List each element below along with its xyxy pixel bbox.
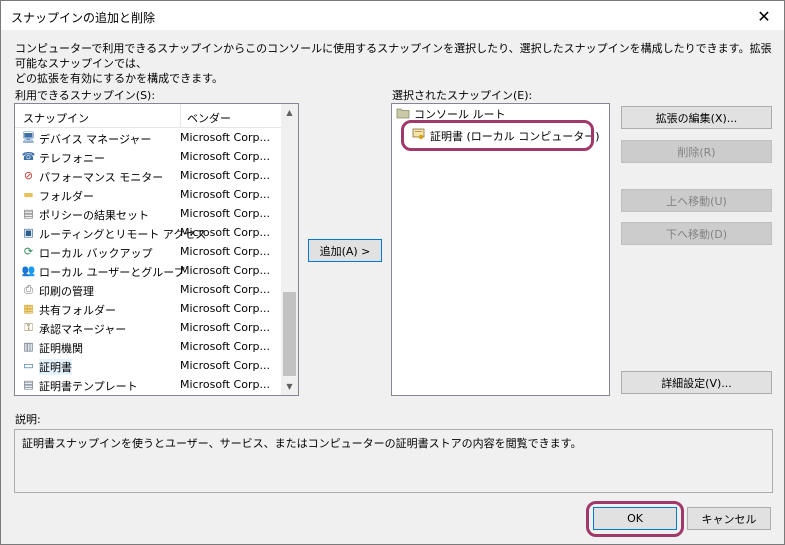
list-item[interactable]: ▦ 共有フォルダー Microsoft Corp... [15,299,283,318]
list-item[interactable]: ⟳ ローカル バックアップ Microsoft Corp... [15,242,283,261]
print-management-icon: ⎙ [24,282,33,296]
certificate-icon [412,128,425,140]
move-up-button[interactable]: 上へ移動(U) [621,189,772,212]
scroll-down-icon[interactable]: ▼ [281,378,298,395]
snapin-name: ローカル ユーザーとグループ [39,266,185,279]
list-item[interactable]: ▣ ルーティングとリモート アクセス Microsoft Corp... [15,223,283,242]
device-manager-icon: 🖥 [21,131,36,144]
snapin-vendor: Microsoft Corp... [180,226,270,239]
tree-label-console-root: コンソール ルート [414,108,506,121]
selected-snapins-label: 選択されたスナップイン(E): [392,89,533,102]
list-item[interactable]: ▤ 証明書テンプレート Microsoft Corp... [15,375,283,394]
list-item[interactable]: ▤ ポリシーの結果セット Microsoft Corp... [15,204,283,223]
list-header: スナップイン ベンダー [15,104,283,128]
cancel-button[interactable]: キャンセル [687,507,771,530]
snapin-vendor: Microsoft Corp... [180,169,270,182]
certification-authority-icon: ▥ [23,340,34,353]
scroll-up-icon[interactable]: ▲ [281,104,298,121]
snapin-name: フォルダー [39,190,94,203]
list-item[interactable]: ▭ 証明書 Microsoft Corp... [15,356,283,375]
column-header-snapin[interactable]: スナップイン [23,110,89,126]
authorization-manager-icon: ⚿ [24,320,33,334]
close-icon: ✕ [757,6,771,26]
list-item[interactable]: ⊘ パフォーマンス モニター Microsoft Corp... [15,166,283,185]
routing-icon: ▣ [23,226,34,239]
add-remove-snapins-dialog: スナップインの追加と削除 ✕ コンピューターで利用できるスナップインからこのコン… [0,0,785,545]
window-title: スナップインの追加と削除 [11,11,156,25]
list-item[interactable]: 👥 ローカル ユーザーとグループ Microsoft Corp... [15,261,283,280]
list-item[interactable]: 🖥 デバイス マネージャー Microsoft Corp... [15,128,283,147]
available-snapins-list[interactable]: スナップイン ベンダー 🖥 デバイス マネージャー Microsoft Corp..… [14,103,299,396]
snapin-name: 承認マネージャー [39,323,127,336]
explanation-box: 証明書スナップインを使うとユーザー、サービス、またはコンピューターの証明書ストア… [14,429,773,493]
snapin-vendor: Microsoft Corp... [180,150,270,163]
snapin-name: パフォーマンス モニター [39,171,164,184]
snapin-vendor: Microsoft Corp... [180,264,270,277]
add-button[interactable]: 追加(A) > [308,239,382,262]
list-item[interactable]: ▬ フォルダー Microsoft Corp... [15,185,283,204]
shared-folder-icon: ▦ [23,302,34,315]
edit-extensions-button[interactable]: 拡張の編集(X)... [621,106,772,129]
snapin-vendor: Microsoft Corp... [180,302,270,315]
close-button[interactable]: ✕ [744,1,784,31]
certificate-templates-icon: ▤ [23,378,34,391]
snapin-name: テレフォニー [39,152,105,165]
list-item[interactable]: ⎙ 印刷の管理 Microsoft Corp... [15,280,283,299]
snapin-name: 証明書テンプレート [39,380,138,393]
users-groups-icon: 👥 [21,264,36,277]
remove-button[interactable]: 削除(R) [621,140,772,163]
folder-icon: ▬ [23,188,34,201]
description-line-1: コンピューターで利用できるスナップインからこのコンソールに使用するスナップインを… [15,42,772,70]
certificates-icon: ▭ [23,359,34,372]
snapin-name: 証明書 [39,359,72,375]
list-item[interactable]: ☎ テレフォニー Microsoft Corp... [15,147,283,166]
snapin-name: デバイス マネージャー [39,133,152,146]
snapin-vendor: Microsoft Corp... [180,340,270,353]
snapin-name: 証明機関 [39,342,83,355]
dialog-description: コンピューターで利用できるスナップインからこのコンソールに使用するスナップインを… [15,41,775,86]
scroll-thumb[interactable] [283,292,296,376]
snapin-name: 共有フォルダー [39,304,116,317]
snapin-vendor: Microsoft Corp... [180,245,270,258]
policy-result-icon: ▤ [23,207,34,220]
backup-icon: ⟳ [23,245,34,258]
snapin-vendor: Microsoft Corp... [180,283,270,296]
column-divider[interactable] [180,104,181,128]
selected-snapins-tree[interactable]: コンソール ルート 証明書 (ローカル コンピューター) [391,103,610,396]
tree-label-certificates-local: 証明書 (ローカル コンピューター) [430,130,600,143]
list-item[interactable]: ⚿ 承認マネージャー Microsoft Corp... [15,318,283,337]
folder-icon [396,108,410,119]
performance-monitor-icon: ⊘ [23,169,34,182]
vertical-scrollbar[interactable]: ▲ ▼ [281,104,298,395]
column-header-vendor[interactable]: ベンダー [187,110,231,126]
snapin-vendor: Microsoft Corp... [180,321,270,334]
snapin-vendor: Microsoft Corp... [180,359,270,372]
snapin-vendor: Microsoft Corp... [180,378,270,391]
snapin-name: ポリシーの結果セット [39,209,149,222]
snapin-name: 印刷の管理 [39,285,94,298]
telephony-icon: ☎ [21,150,36,163]
snapin-vendor: Microsoft Corp... [180,207,270,220]
snapin-rows: 🖥 デバイス マネージャー Microsoft Corp... ☎ テレフォニー Micr… [15,128,283,394]
move-down-button[interactable]: 下へ移動(D) [621,222,772,245]
title-bar: スナップインの追加と削除 ✕ [1,1,784,31]
ok-button[interactable]: OK [593,507,677,530]
advanced-button[interactable]: 詳細設定(V)... [621,371,772,394]
explanation-text: 証明書スナップインを使うとユーザー、サービス、またはコンピューターの証明書ストア… [22,437,582,450]
available-snapins-label: 利用できるスナップイン(S): [15,89,156,102]
description-line-2: どの拡張を有効にするかを構成できます。 [15,72,224,85]
snapin-vendor: Microsoft Corp... [180,188,270,201]
list-item[interactable]: ▥ 証明機関 Microsoft Corp... [15,337,283,356]
snapin-vendor: Microsoft Corp... [180,131,270,144]
explanation-label: 説明: [15,413,41,426]
snapin-name: ローカル バックアップ [39,247,153,260]
